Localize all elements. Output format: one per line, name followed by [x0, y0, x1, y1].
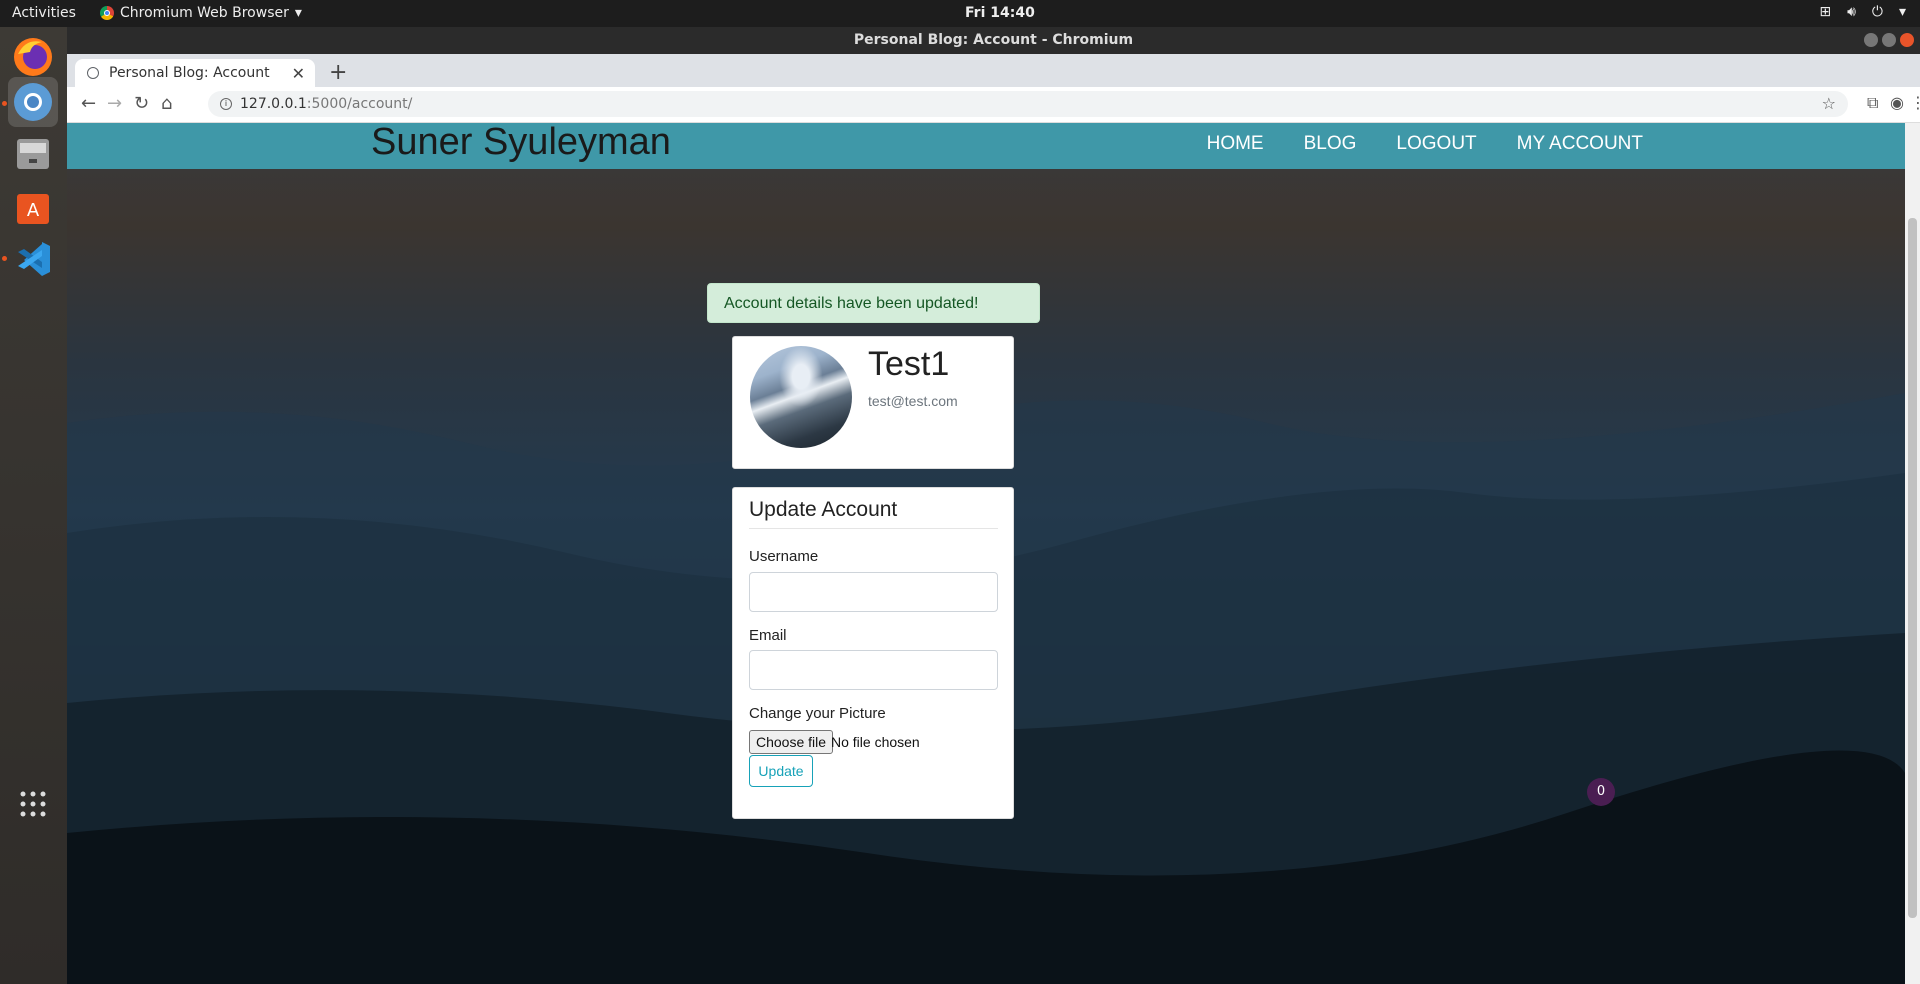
globe-icon — [87, 67, 99, 79]
close-tab-icon[interactable]: ✕ — [292, 64, 305, 83]
app-menu-label: Chromium Web Browser — [120, 5, 289, 21]
chromium-icon — [100, 6, 114, 20]
username-input[interactable] — [749, 572, 998, 612]
vscode-dock-icon[interactable] — [8, 234, 58, 284]
software-center-dock-icon[interactable]: A — [8, 182, 58, 232]
maximize-button[interactable] — [1882, 33, 1896, 47]
window-title: Personal Blog: Account - Chromium — [853, 32, 1134, 48]
update-account-card: Update Account Username Email Change you… — [732, 487, 1014, 819]
profile-email: test@test.com — [868, 393, 958, 409]
chevron-down-icon: ▾ — [294, 5, 302, 21]
home-icon[interactable]: ⌂ — [161, 93, 172, 114]
nav-my-account[interactable]: MY ACCOUNT — [1517, 133, 1643, 155]
tab-strip: Personal Blog: Account ✕ + — [67, 54, 1920, 87]
forward-icon[interactable]: → — [107, 93, 122, 114]
site-navbar: Suner Syuleyman HOME BLOG LOGOUT MY ACCO… — [67, 123, 1905, 169]
app-menu[interactable]: Chromium Web Browser ▾ — [100, 5, 302, 21]
avatar — [750, 346, 852, 448]
running-indicator — [2, 256, 7, 261]
scrollbar-thumb[interactable] — [1908, 218, 1917, 918]
running-indicator — [2, 101, 7, 106]
nav-logout[interactable]: LOGOUT — [1396, 133, 1476, 155]
address-bar[interactable]: i 127.0.0.1:5000/account/ ☆ — [208, 91, 1848, 117]
success-alert: Account details have been updated! — [707, 283, 1040, 323]
form-legend: Update Account — [749, 498, 998, 529]
nav-home[interactable]: HOME — [1207, 133, 1264, 155]
browser-window: Personal Blog: Account - Chromium Person… — [67, 27, 1920, 984]
nav-blog[interactable]: BLOG — [1304, 133, 1357, 155]
power-icon: ⏻ — [1871, 4, 1883, 20]
profile-icon[interactable]: ◉ — [1890, 93, 1904, 112]
show-apps-icon[interactable] — [8, 779, 58, 829]
notification-badge[interactable]: 0 — [1587, 778, 1615, 806]
info-icon[interactable]: i — [220, 98, 232, 110]
system-tray[interactable]: ⊞ 🔊︎ ⏻ ▾ — [1819, 4, 1906, 20]
update-button[interactable]: Update — [749, 755, 813, 787]
menu-icon[interactable]: ⋮ — [1910, 93, 1920, 112]
activities-button[interactable]: Activities — [12, 5, 76, 21]
back-icon[interactable]: ← — [81, 93, 96, 114]
files-dock-icon[interactable] — [8, 129, 58, 179]
url-path: :5000/account/ — [306, 96, 413, 112]
choose-file-button[interactable]: Choose file — [749, 730, 834, 754]
vertical-scrollbar[interactable] — [1905, 123, 1920, 984]
email-input[interactable] — [749, 650, 998, 690]
page-viewport: Suner Syuleyman HOME BLOG LOGOUT MY ACCO… — [67, 123, 1905, 984]
site-brand[interactable]: Suner Syuleyman — [371, 123, 671, 164]
network-icon: ⊞ — [1819, 4, 1832, 20]
close-window-button[interactable] — [1900, 33, 1914, 47]
svg-text:A: A — [27, 200, 40, 221]
chevron-down-icon: ▾ — [1898, 4, 1906, 20]
dock: A — [0, 27, 67, 984]
clock[interactable]: Fri 14:40 — [965, 5, 1035, 21]
system-top-bar: Activities Chromium Web Browser ▾ Fri 14… — [0, 0, 1920, 27]
toolbar: ← → ↻ ⌂ i 127.0.0.1:5000/account/ ☆ ⧉ ◉ ⋮ — [67, 87, 1920, 123]
reload-icon[interactable]: ↻ — [134, 93, 149, 114]
bookmark-star-icon[interactable]: ☆ — [1822, 91, 1836, 117]
url-host: 127.0.0.1 — [240, 96, 307, 112]
chromium-dock-icon[interactable] — [8, 77, 58, 127]
file-status: No file chosen — [831, 734, 920, 750]
window-titlebar: Personal Blog: Account - Chromium — [67, 27, 1920, 54]
minimize-button[interactable] — [1864, 33, 1878, 47]
username-label: Username — [749, 548, 819, 565]
profile-card: Test1 test@test.com — [732, 336, 1014, 469]
new-tab-button[interactable]: + — [329, 60, 347, 85]
volume-icon: 🔊︎ — [1847, 4, 1856, 20]
tab-title: Personal Blog: Account — [109, 65, 270, 81]
profile-name: Test1 — [868, 345, 950, 383]
nav-links: HOME BLOG LOGOUT MY ACCOUNT — [1207, 133, 1643, 155]
extensions-icon[interactable]: ⧉ — [1867, 93, 1878, 113]
picture-label: Change your Picture — [749, 705, 886, 722]
email-label: Email — [749, 627, 787, 644]
firefox-dock-icon[interactable] — [8, 32, 58, 82]
browser-tab[interactable]: Personal Blog: Account ✕ — [75, 59, 315, 87]
